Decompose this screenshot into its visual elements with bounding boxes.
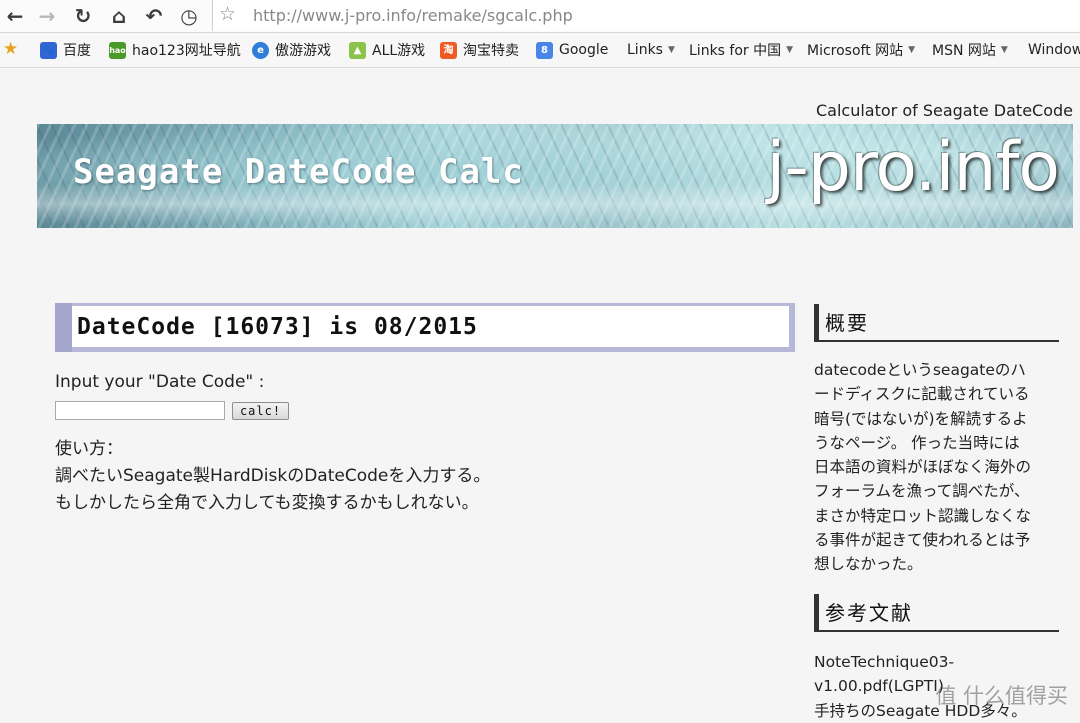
bookmark-label: Window	[1028, 42, 1080, 58]
bookmark-hao123[interactable]: hao hao123网址导航	[109, 33, 241, 67]
site-banner: Seagate DateCode Calc j-pro.info	[37, 124, 1073, 228]
bookmark-label: Links	[627, 42, 663, 58]
watermark-text: 值 什么值得买	[935, 684, 1068, 708]
overview-line: datecodeというseagateのハ	[814, 361, 1026, 379]
baidu-icon: 🐾	[40, 41, 57, 59]
bookmarks-star-icon[interactable]: ★	[3, 39, 18, 59]
page-subtitle: Calculator of Seagate DateCode	[815, 101, 1073, 120]
bookmark-taobao[interactable]: 淘 淘宝特卖	[440, 33, 519, 67]
calc-button[interactable]: calc!	[232, 402, 289, 420]
bookmark-label: ALL游戏	[372, 43, 426, 59]
bookmark-microsoft[interactable]: Microsoft 网站 ▼	[807, 33, 915, 67]
usage-instructions: 使い方： 調べたいSeagate製HardDiskのDateCodeを入力する。…	[55, 436, 490, 517]
bookmark-label: 淘宝特卖	[463, 43, 519, 59]
banner-title: Seagate DateCode Calc	[73, 152, 524, 192]
date-code-input[interactable]	[55, 401, 225, 420]
overview-line: る事件が起きて使われるとは予	[814, 531, 1031, 550]
hao123-icon: hao	[109, 41, 126, 59]
refresh-icon[interactable]: ↻	[68, 1, 98, 31]
watermark: 值 什么值得买	[935, 680, 1068, 710]
chevron-down-icon: ▼	[667, 45, 675, 55]
result-heading: DateCode [16073] is 08/2015	[55, 303, 795, 352]
bookmark-maxthon-game[interactable]: e 傲游游戏	[252, 33, 331, 67]
reference-line[interactable]: NoteTechnique03-	[814, 650, 1064, 674]
home-icon[interactable]: ⌂	[104, 1, 134, 31]
overview-line: 日本語の資料がほぼなく海外の	[814, 458, 1032, 477]
history-clock-icon[interactable]: ◷	[174, 1, 204, 31]
taobao-icon: 淘	[440, 41, 457, 59]
overview-line: 想しなかった。	[814, 555, 923, 574]
bookmark-label: Links for 中国	[689, 43, 782, 59]
maxthon-game-icon: e	[252, 41, 269, 59]
bookmark-baidu[interactable]: 🐾 百度	[40, 33, 91, 67]
url-input[interactable]	[253, 4, 1053, 26]
overview-text: datecodeというseagateのハ ードディスクに記載されている 暗号(で…	[814, 358, 1064, 577]
bookmark-links[interactable]: Links ▼	[627, 33, 675, 67]
references-heading: 参考文献	[814, 594, 1059, 632]
browser-toolbar: ← → ↻ ⌂ ↶ ◷ ☆	[0, 0, 1080, 33]
back-arrow-icon[interactable]: ←	[0, 1, 30, 31]
usage-line: もしかしたら全角で入力しても変換するかもしれない。	[55, 493, 479, 513]
forward-arrow-icon[interactable]: →	[32, 1, 62, 31]
bookmark-msn[interactable]: MSN 网站 ▼	[932, 33, 1008, 67]
bookmark-label: MSN 网站	[932, 43, 996, 59]
usage-heading: 使い方：	[55, 439, 123, 459]
bookmark-google[interactable]: 8 Google	[536, 33, 608, 67]
chevron-down-icon: ▼	[1000, 45, 1008, 55]
heading-accent	[55, 303, 72, 352]
undo-icon[interactable]: ↶	[139, 1, 169, 31]
bookmark-label: 傲游游戏	[275, 43, 331, 59]
bookmark-label: Microsoft 网站	[807, 43, 904, 59]
bookmark-windows[interactable]: Window	[1028, 33, 1080, 67]
overview-heading: 概要	[814, 304, 1059, 342]
bookmark-label: 百度	[63, 43, 91, 59]
all-game-icon: ▲	[349, 41, 366, 59]
result-text: DateCode [16073] is 08/2015	[72, 306, 789, 347]
bookmark-label: Google	[559, 42, 609, 58]
bookmark-label: hao123网址导航	[132, 43, 241, 59]
overview-line: うなページ。 作った当時には	[814, 433, 1020, 452]
date-code-label: Input your "Date Code" :	[55, 372, 265, 392]
favorite-star-icon[interactable]: ☆	[219, 3, 236, 25]
bookmarks-bar: ★ 🐾 百度 hao hao123网址导航 e 傲游游戏 ▲ ALL游戏 淘 淘…	[0, 33, 1080, 68]
chevron-down-icon: ▼	[786, 45, 794, 55]
overview-line: 暗号(ではないが)を解読するよ	[814, 409, 1028, 428]
chevron-down-icon: ▼	[908, 45, 916, 55]
overview-line: フォーラムを漁って調べたが、	[814, 482, 1030, 501]
overview-line: まさか特定ロット認識しなくな	[814, 506, 1032, 525]
address-bar: ☆	[212, 0, 1080, 31]
bookmark-all-game[interactable]: ▲ ALL游戏	[349, 33, 425, 67]
google-icon: 8	[536, 41, 553, 59]
overview-line: ードディスクに記載されている	[814, 385, 1030, 404]
site-logo[interactable]: j-pro.info	[766, 128, 1060, 207]
usage-line: 調べたいSeagate製HardDiskのDateCodeを入力する。	[55, 466, 491, 486]
bookmark-links-china[interactable]: Links for 中国 ▼	[689, 33, 793, 67]
